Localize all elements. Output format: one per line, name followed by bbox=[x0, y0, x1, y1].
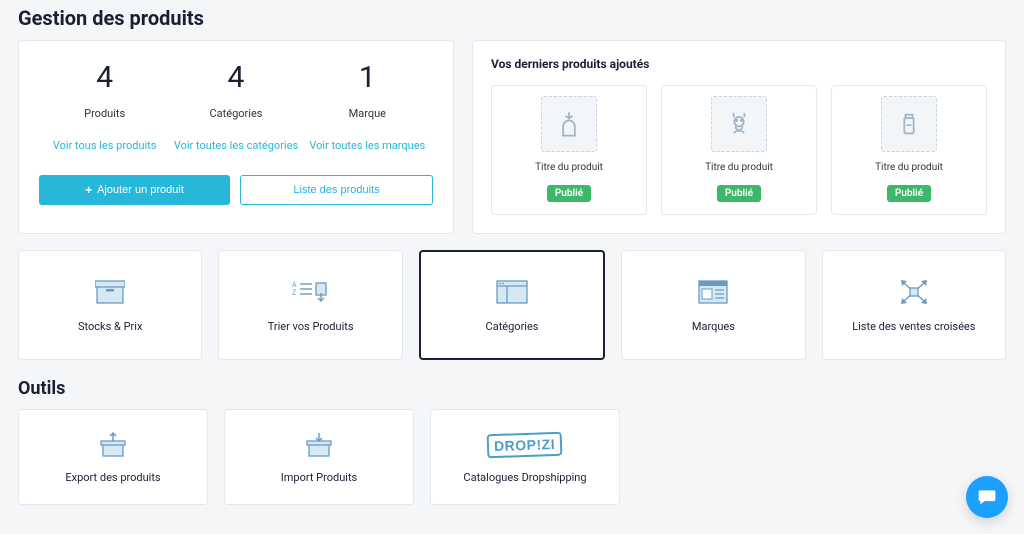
stat-products-value: 4 bbox=[39, 63, 170, 93]
layout-icon bbox=[496, 278, 528, 306]
chat-icon bbox=[977, 487, 997, 507]
product-title: Titre du produit bbox=[502, 162, 636, 173]
link-all-categories[interactable]: Voir toutes les catégories bbox=[174, 139, 298, 152]
dropizi-logo-icon: DROP!ZI bbox=[487, 431, 562, 459]
link-all-products[interactable]: Voir tous les produits bbox=[53, 139, 157, 152]
add-product-button[interactable]: + Ajouter un produit bbox=[39, 175, 230, 205]
tile-dropshipping-catalogs[interactable]: DROP!ZI Catalogues Dropshipping bbox=[430, 409, 620, 505]
export-icon bbox=[100, 431, 126, 459]
tile-label: Liste des ventes croisées bbox=[852, 320, 975, 333]
tile-categories[interactable]: Catégories bbox=[419, 250, 605, 360]
tile-label: Trier vos Produits bbox=[268, 320, 354, 333]
product-card[interactable]: Titre du produit Publié bbox=[661, 85, 817, 215]
tile-import-products[interactable]: Import Produits bbox=[224, 409, 414, 505]
newspaper-icon bbox=[698, 278, 728, 306]
tile-label: Stocks & Prix bbox=[78, 320, 142, 333]
recent-products-panel: Vos derniers produits ajoutés Titre du p… bbox=[472, 40, 1006, 234]
product-title: Titre du produit bbox=[672, 162, 806, 173]
management-tiles: Stocks & Prix AZ Trier vos Produits Caté… bbox=[18, 250, 1006, 360]
product-title: Titre du produit bbox=[842, 162, 976, 173]
stat-brands: 1 Marque Voir toutes les marques bbox=[302, 63, 433, 153]
stat-products: 4 Produits Voir tous les produits bbox=[39, 63, 170, 153]
svg-text:A: A bbox=[292, 281, 297, 289]
page-title: Gestion des produits bbox=[18, 6, 1006, 30]
stat-categories: 4 Catégories Voir toutes les catégories bbox=[170, 63, 301, 153]
product-thumb-placeholder-icon bbox=[711, 96, 767, 152]
box-icon bbox=[95, 278, 125, 306]
product-card[interactable]: Titre du produit Publié bbox=[491, 85, 647, 215]
status-badge: Publié bbox=[887, 185, 931, 202]
tool-label: Export des produits bbox=[65, 471, 160, 484]
stats-panel: 4 Produits Voir tous les produits 4 Caté… bbox=[18, 40, 454, 234]
cross-arrows-icon bbox=[899, 278, 929, 306]
stat-categories-value: 4 bbox=[170, 63, 301, 93]
status-badge: Publié bbox=[717, 185, 761, 202]
chat-button[interactable] bbox=[966, 476, 1008, 518]
tile-label: Catégories bbox=[486, 320, 539, 333]
product-list-label: Liste des produits bbox=[293, 184, 379, 196]
stat-brands-value: 1 bbox=[302, 63, 433, 93]
plus-icon: + bbox=[85, 183, 92, 197]
tool-label: Import Produits bbox=[281, 471, 357, 484]
product-list-button[interactable]: Liste des produits bbox=[240, 175, 433, 205]
tile-brands[interactable]: Marques bbox=[621, 250, 805, 360]
tile-export-products[interactable]: Export des produits bbox=[18, 409, 208, 505]
tile-label: Marques bbox=[692, 320, 735, 333]
product-card[interactable]: Titre du produit Publié bbox=[831, 85, 987, 215]
product-thumb-placeholder-icon bbox=[881, 96, 937, 152]
stat-products-label: Produits bbox=[39, 107, 170, 120]
add-product-label: Ajouter un produit bbox=[97, 184, 184, 196]
product-thumb-placeholder-icon bbox=[541, 96, 597, 152]
tile-cross-sell[interactable]: Liste des ventes croisées bbox=[822, 250, 1006, 360]
sort-icon: AZ bbox=[292, 278, 330, 306]
link-all-brands[interactable]: Voir toutes les marques bbox=[309, 139, 425, 152]
tool-label: Catalogues Dropshipping bbox=[463, 471, 586, 484]
import-icon bbox=[306, 431, 332, 459]
tools-row: Export des produits Import Produits DROP… bbox=[18, 409, 1006, 505]
tile-sort-products[interactable]: AZ Trier vos Produits bbox=[218, 250, 402, 360]
status-badge: Publié bbox=[547, 185, 591, 202]
tile-stocks-prices[interactable]: Stocks & Prix bbox=[18, 250, 202, 360]
stat-categories-label: Catégories bbox=[170, 107, 301, 120]
svg-text:Z: Z bbox=[292, 289, 296, 297]
tools-heading: Outils bbox=[18, 378, 1006, 399]
recent-heading: Vos derniers produits ajoutés bbox=[491, 57, 987, 71]
stat-brands-label: Marque bbox=[302, 107, 433, 120]
